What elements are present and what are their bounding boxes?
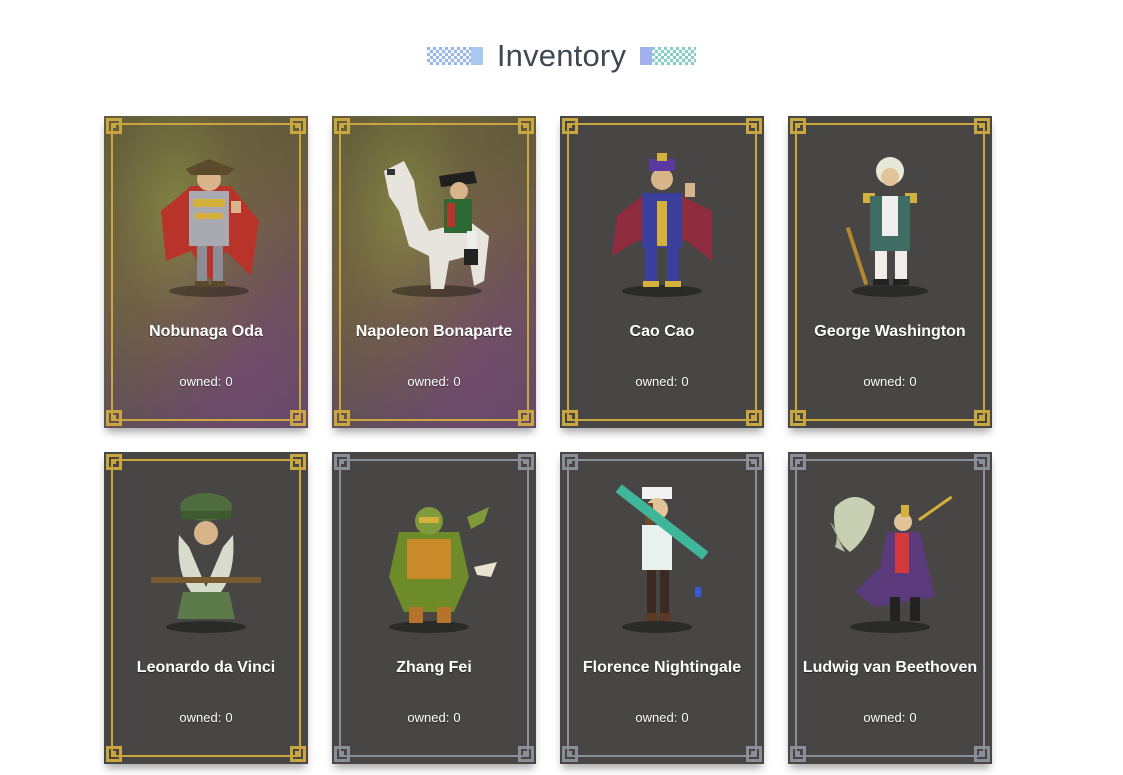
- owned-count: owned: 0: [104, 374, 308, 389]
- frame-corner-icon: [518, 118, 534, 134]
- owned-label: owned:: [863, 710, 906, 725]
- card-name: Florence Nightingale: [582, 659, 742, 676]
- nobunaga-oda-sprite-icon: [126, 138, 286, 308]
- owned-value: 0: [453, 374, 461, 389]
- frame-corner-icon: [974, 746, 990, 762]
- card-florence-nightingale[interactable]: Florence Nightingale owned: 0: [560, 452, 764, 764]
- card-napoleon-bonaparte[interactable]: Napoleon Bonaparte owned: 0: [332, 116, 536, 428]
- frame-corner-icon: [974, 118, 990, 134]
- frame-corner-icon: [562, 118, 578, 134]
- frame-corner-icon: [290, 118, 306, 134]
- frame-corner-icon: [746, 410, 762, 426]
- pixel-decoration-right-icon: [640, 47, 697, 65]
- card-ludwig-van-beethoven[interactable]: Ludwig van Beethoven owned: 0: [788, 452, 992, 764]
- florence-nightingale-sprite-icon: [582, 474, 742, 644]
- frame-corner-icon: [334, 454, 350, 470]
- owned-label: owned:: [863, 374, 906, 389]
- owned-count: owned: 0: [560, 710, 764, 725]
- frame-corner-icon: [106, 410, 122, 426]
- owned-value: 0: [681, 374, 689, 389]
- card-leonardo-da-vinci[interactable]: Leonardo da Vinci owned: 0: [104, 452, 308, 764]
- frame-corner-icon: [790, 410, 806, 426]
- frame-corner-icon: [106, 118, 122, 134]
- frame-corner-icon: [790, 118, 806, 134]
- frame-corner-icon: [334, 118, 350, 134]
- owned-value: 0: [681, 710, 689, 725]
- owned-value: 0: [225, 374, 233, 389]
- card-name: George Washington: [814, 323, 966, 340]
- frame-corner-icon: [790, 454, 806, 470]
- owned-value: 0: [225, 710, 233, 725]
- card-nobunaga-oda[interactable]: Nobunaga Oda owned: 0: [104, 116, 308, 428]
- frame-corner-icon: [518, 746, 534, 762]
- card-name: Leonardo da Vinci: [136, 659, 276, 676]
- card-george-washington[interactable]: George Washington owned: 0: [788, 116, 992, 428]
- frame-corner-icon: [290, 410, 306, 426]
- frame-corner-icon: [974, 454, 990, 470]
- pixel-decoration-left-icon: [426, 47, 483, 65]
- frame-corner-icon: [746, 118, 762, 134]
- owned-count: owned: 0: [104, 710, 308, 725]
- owned-value: 0: [453, 710, 461, 725]
- frame-corner-icon: [518, 410, 534, 426]
- frame-corner-icon: [562, 746, 578, 762]
- owned-count: owned: 0: [332, 710, 536, 725]
- frame-corner-icon: [562, 410, 578, 426]
- frame-corner-icon: [974, 410, 990, 426]
- card-cao-cao[interactable]: Cao Cao owned: 0: [560, 116, 764, 428]
- frame-corner-icon: [790, 746, 806, 762]
- page-title: Inventory: [496, 38, 627, 73]
- frame-corner-icon: [106, 746, 122, 762]
- george-washington-sprite-icon: [810, 138, 970, 308]
- owned-count: owned: 0: [788, 374, 992, 389]
- owned-label: owned:: [635, 374, 678, 389]
- owned-label: owned:: [179, 374, 222, 389]
- frame-corner-icon: [746, 746, 762, 762]
- owned-count: owned: 0: [332, 374, 536, 389]
- owned-value: 0: [909, 710, 917, 725]
- card-name: Cao Cao: [629, 323, 695, 340]
- inventory-grid: Nobunaga Oda owned: 0 Napoleon Bonaparte …: [104, 116, 992, 764]
- frame-corner-icon: [746, 454, 762, 470]
- card-name: Zhang Fei: [396, 659, 472, 676]
- frame-corner-icon: [290, 454, 306, 470]
- frame-corner-icon: [290, 746, 306, 762]
- frame-corner-icon: [334, 410, 350, 426]
- ludwig-van-beethoven-sprite-icon: [810, 474, 970, 644]
- frame-corner-icon: [106, 454, 122, 470]
- zhang-fei-sprite-icon: [354, 474, 514, 644]
- card-name: Nobunaga Oda: [149, 323, 263, 340]
- card-zhang-fei[interactable]: Zhang Fei owned: 0: [332, 452, 536, 764]
- owned-label: owned:: [635, 710, 678, 725]
- owned-value: 0: [909, 374, 917, 389]
- owned-label: owned:: [407, 374, 450, 389]
- frame-corner-icon: [518, 454, 534, 470]
- card-name: Napoleon Bonaparte: [355, 323, 513, 340]
- frame-corner-icon: [562, 454, 578, 470]
- cao-cao-sprite-icon: [582, 138, 742, 308]
- owned-count: owned: 0: [788, 710, 992, 725]
- leonardo-da-vinci-sprite-icon: [126, 474, 286, 644]
- card-name: Ludwig van Beethoven: [802, 659, 978, 676]
- owned-label: owned:: [407, 710, 450, 725]
- owned-label: owned:: [179, 710, 222, 725]
- owned-count: owned: 0: [560, 374, 764, 389]
- inventory-header: Inventory: [0, 38, 1123, 74]
- napoleon-bonaparte-sprite-icon: [354, 138, 514, 308]
- frame-corner-icon: [334, 746, 350, 762]
